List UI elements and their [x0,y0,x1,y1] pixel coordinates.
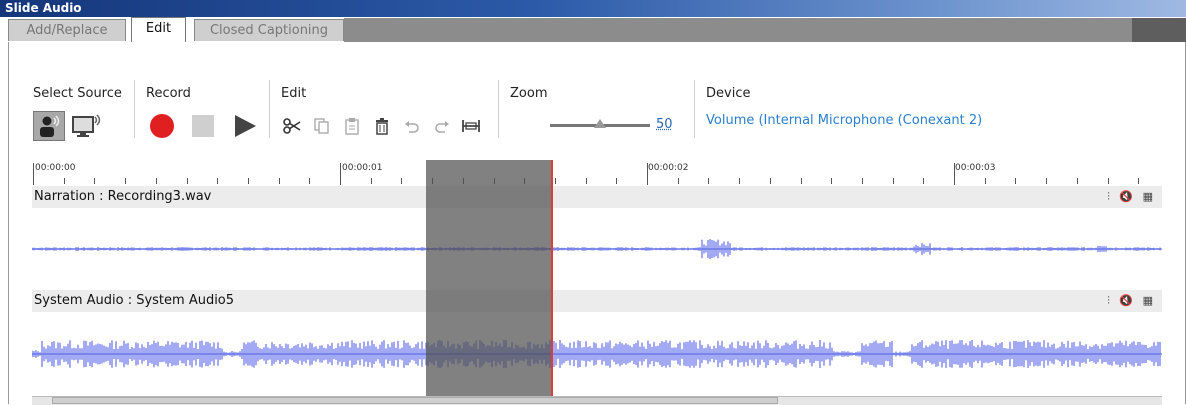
ruler-tick [801,178,802,184]
ruler-tick [1046,178,1047,184]
audio-settings-icon[interactable]: ⫶ [1107,294,1113,307]
tab-closed-captioning[interactable]: Closed Captioning [194,19,344,41]
device-label: Device [706,86,750,101]
narration-track-header[interactable]: Narration : Recording3.wav ⫶ 🔇 ▦ [32,186,1162,208]
ruler-tick [401,178,402,184]
ruler-tick [954,163,955,185]
record-label: Record [146,86,191,101]
ruler-tick [862,178,863,184]
ruler-tick [739,178,740,184]
microphone-source-icon[interactable] [33,111,65,141]
ruler-label: 00:00:03 [955,163,995,173]
mute-icon[interactable]: 🔇 [1119,294,1136,307]
system-audio-waveform-graphic [32,312,1162,396]
divider [694,80,695,138]
ruler-tick [616,178,617,184]
system-audio-track-label: System Audio : System Audio5 [32,293,234,308]
ruler-tick [248,178,249,184]
divider [498,80,499,138]
ruler-tick [187,178,188,184]
select-source-label: Select Source [33,86,122,101]
record-icon[interactable] [148,112,176,140]
ruler-tick [1077,178,1078,184]
ruler-tick [1138,178,1139,184]
system-audio-track-header[interactable]: System Audio : System Audio5 ⫶ 🔇 ▦ [32,290,1162,312]
audio-settings-icon[interactable]: ⫶ [1107,190,1113,203]
delete-icon[interactable] [372,116,392,136]
ruler-tick [1015,178,1016,184]
insert-silence-icon[interactable] [460,116,482,136]
divider [269,80,270,138]
ruler-tick [33,163,34,185]
ruler-tick [64,178,65,184]
ruler-tick [156,178,157,184]
ruler-label: 00:00:02 [648,163,688,173]
ruler-tick [309,178,310,184]
play-icon[interactable] [232,113,258,139]
waveform-edit-icon[interactable]: ▦ [1143,190,1156,203]
window-title-bar: Slide Audio [0,0,1186,17]
undo-icon[interactable] [402,116,422,136]
cut-icon[interactable] [282,116,302,136]
ruler-tick [1108,178,1109,184]
ruler-tick [770,178,771,184]
ruler-tick [217,178,218,184]
playhead[interactable] [551,160,553,396]
ruler-tick [831,178,832,184]
ruler-tick [279,178,280,184]
ruler-tick [923,178,924,184]
selection-region[interactable] [426,160,552,396]
system-audio-waveform[interactable] [32,312,1162,396]
device-select[interactable]: Volume (Internal Microphone (Conexant 2) [706,113,982,128]
ruler-tick [678,178,679,184]
redo-icon[interactable] [432,116,452,136]
ruler-tick [371,178,372,184]
ruler-tick [708,178,709,184]
ruler-tick [555,178,556,184]
ruler-label: 00:00:00 [35,163,75,173]
zoom-value[interactable]: 50 [656,117,673,132]
stop-icon[interactable] [190,113,216,139]
edit-label: Edit [281,86,306,101]
ruler-tick [647,163,648,185]
tab-edit[interactable]: Edit [131,17,186,42]
tab-add-replace[interactable]: Add/Replace [8,19,126,41]
system-audio-source-icon[interactable] [70,111,104,141]
paste-icon[interactable] [342,116,362,136]
ruler-tick [893,178,894,184]
zoom-slider-thumb[interactable] [594,119,606,128]
scrollbar-thumb[interactable] [52,397,778,404]
ruler-tick [340,163,341,185]
zoom-label: Zoom [510,86,547,101]
narration-waveform[interactable] [32,208,1162,290]
ruler-tick [985,178,986,184]
divider [134,80,135,138]
tab-strip-end [1132,18,1186,42]
mute-icon[interactable]: 🔇 [1119,190,1136,203]
ruler-tick [586,178,587,184]
narration-waveform-graphic [32,208,1162,290]
ruler-tick [125,178,126,184]
narration-track-label: Narration : Recording3.wav [32,189,211,204]
waveform-edit-icon[interactable]: ▦ [1143,294,1156,307]
window-title: Slide Audio [0,1,82,15]
copy-icon[interactable] [312,116,332,136]
ruler-label: 00:00:01 [342,163,382,173]
tab-strip [344,18,1132,42]
ruler-tick [94,178,95,184]
